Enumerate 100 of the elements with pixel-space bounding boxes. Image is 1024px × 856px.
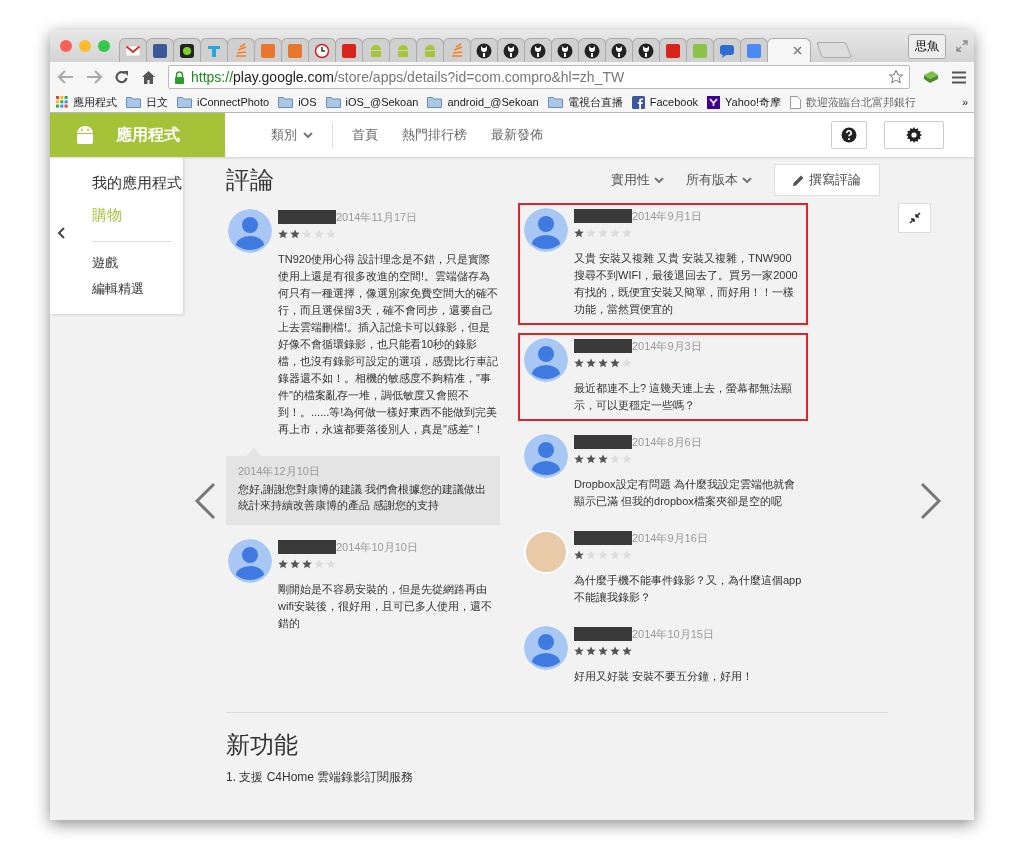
redacted-name-bar xyxy=(574,531,632,545)
review-date: 2014年11月17日 xyxy=(336,209,418,225)
redacted-name-bar xyxy=(574,627,632,641)
fullscreen-icon[interactable] xyxy=(956,40,968,52)
site-icon xyxy=(665,42,681,59)
menu-icon[interactable] xyxy=(952,70,966,84)
browser-tab[interactable] xyxy=(497,38,525,62)
site-icon xyxy=(449,42,465,59)
star-icon xyxy=(586,358,596,368)
star-icon xyxy=(302,559,312,569)
star-icon xyxy=(622,646,632,656)
redacted-name-bar xyxy=(574,435,632,449)
review-text: TN920使用心得 設計理念是不錯，只是實際使用上還是有很多改進的空間!。雲端儲存為何只有一種選擇，像選別家免費空間大的確不行，而且選保留3天，確不會同步，還要自己上去雲端刪檔!。插入記憶卡可以錄影，但是好像不會循環錄影，也只能看10秒的錄影檔，也沒有錄影可設定的選項，感覺比行車記錄器還不如！。相機的敏感度不夠精准，"事件"的檔案亂存一堆，調低敏度又會照不到！。......等!為何做一樣好東西不能做到完美再上市，永遠都要落後別人，真是"感差"！ xyxy=(278,252,498,437)
review-text: 好用又好裝 安裝不要五分鐘，好用！ xyxy=(574,669,755,684)
filter-dropdown[interactable]: 所有版本 xyxy=(686,171,752,189)
folder-icon xyxy=(325,96,341,108)
browser-tab[interactable] xyxy=(605,38,633,62)
collapse-sidebar-icon[interactable] xyxy=(57,227,65,239)
shrink-arrows-icon xyxy=(908,212,921,224)
close-icon[interactable] xyxy=(793,46,802,55)
back-icon[interactable] xyxy=(58,70,74,84)
bookmark-item[interactable]: iOS_@Sekoan xyxy=(325,96,419,108)
folder-icon xyxy=(177,96,192,108)
bookmark-item[interactable]: android_@Sekoan xyxy=(427,96,539,108)
pencil-icon xyxy=(793,174,804,186)
settings-button[interactable] xyxy=(884,121,944,149)
nav-link[interactable]: 首頁 xyxy=(352,126,378,144)
review-text: 為什麼手機不能事件錄影？又，為什麼這個app不能讓我錄影？ xyxy=(574,573,802,605)
robot-icon xyxy=(368,42,384,59)
browser-tab[interactable] xyxy=(578,38,606,62)
filter-dropdown[interactable]: 實用性 xyxy=(611,171,664,189)
bookmark-star-icon[interactable] xyxy=(888,69,904,85)
star-icon xyxy=(574,454,584,464)
bookmark-item[interactable]: iConnectPhoto xyxy=(177,96,270,108)
nav-link[interactable]: 熱門排行榜 xyxy=(402,126,467,144)
home-icon[interactable] xyxy=(141,69,156,85)
bookmark-item[interactable]: iOS xyxy=(278,96,317,108)
star-icon xyxy=(586,646,596,656)
write-review-button[interactable]: 撰寫評論 xyxy=(774,164,880,196)
nav-link[interactable]: 類別 xyxy=(271,126,313,144)
help-icon xyxy=(841,127,857,143)
star-icon xyxy=(278,229,288,239)
lock-icon xyxy=(174,70,185,84)
folder-icon xyxy=(547,96,563,108)
site-icon xyxy=(719,42,735,59)
folder-icon xyxy=(278,96,294,108)
avatar-icon xyxy=(524,338,568,382)
site-icon xyxy=(179,42,195,59)
extension-icon[interactable] xyxy=(922,69,940,85)
folder-icon xyxy=(126,96,141,108)
reload-icon[interactable] xyxy=(114,69,129,85)
forward-icon[interactable] xyxy=(86,70,102,84)
bookmark-item[interactable]: Yahoo!奇摩 xyxy=(707,94,782,110)
page-icon xyxy=(790,95,802,109)
browser-tab[interactable] xyxy=(173,38,201,62)
review-text: 又貴 安裝又複雜 又貴 安裝又複雜，TNW900搜尋不到WIFI，最後退回去了。買另一家2000有找的，既便宜安裝又簡單，而好用！！一樣功能，當然買便宜的 xyxy=(574,251,799,317)
bookmark-item[interactable]: 電視台直播 xyxy=(547,94,623,110)
browser-tab[interactable] xyxy=(551,38,579,62)
star-icon xyxy=(598,454,608,464)
nav-link[interactable]: 最新發佈 xyxy=(491,126,543,144)
caret-icon xyxy=(742,176,752,184)
browser-tab[interactable] xyxy=(524,38,552,62)
review-text: 最近都連不上? 這幾天連上去，螢幕都無法顯示，可以更穩定一些嗎？ xyxy=(574,381,794,413)
site-icon xyxy=(314,42,330,59)
help-button[interactable] xyxy=(831,121,867,149)
star-icon xyxy=(610,358,620,368)
star-icon xyxy=(574,550,584,560)
browser-tab[interactable] xyxy=(470,38,498,62)
bookmark-item[interactable]: 日文 xyxy=(126,94,168,110)
profile-button[interactable]: 思魚 xyxy=(908,33,946,59)
robot-icon xyxy=(422,42,438,59)
avatar-icon xyxy=(524,626,568,670)
redacted-name-bar xyxy=(278,540,336,554)
collapse-view-button[interactable] xyxy=(898,203,931,233)
review-date: 2014年9月1日 xyxy=(632,208,702,224)
photo-placeholder xyxy=(524,530,568,574)
sidebar-item[interactable]: 我的應用程式 xyxy=(50,167,183,199)
sidebar-item[interactable]: 遊戲 xyxy=(50,250,183,276)
star-icon xyxy=(586,454,596,464)
section-title: 評論 xyxy=(226,165,275,195)
facebook-icon xyxy=(631,95,645,109)
sidebar-item[interactable]: 編輯精選 xyxy=(50,276,183,302)
bookmark-item[interactable]: 歡迎蒞臨台北富邦銀行 xyxy=(790,94,917,110)
browser-tab[interactable] xyxy=(632,38,660,62)
star-icon xyxy=(574,358,584,368)
star-icon xyxy=(290,559,300,569)
review-date: 2014年10月15日 xyxy=(632,626,714,642)
review-date: 2014年10月10日 xyxy=(336,539,418,555)
avatar-icon xyxy=(524,208,568,252)
address-bar[interactable]: https://play.google.com/store/apps/details?id=com.compro&hl=zh_TW xyxy=(168,65,910,89)
avatar-icon xyxy=(524,434,568,478)
star-icon xyxy=(598,358,608,368)
star-icon xyxy=(290,229,300,239)
bookmark-item[interactable]: Facebook xyxy=(631,95,699,109)
close-window-button[interactable] xyxy=(60,40,72,52)
star-icon xyxy=(598,646,608,656)
review-date: 2014年8月6日 xyxy=(632,434,702,450)
reply-text: 您好,謝謝您對康博的建議 我們會根據您的建議做出統計來持續改善康博的產品 感謝您的支持 xyxy=(238,482,488,513)
more-bookmarks-button[interactable]: » xyxy=(961,96,968,108)
bookmark-item[interactable]: 應用程式 xyxy=(56,94,117,110)
